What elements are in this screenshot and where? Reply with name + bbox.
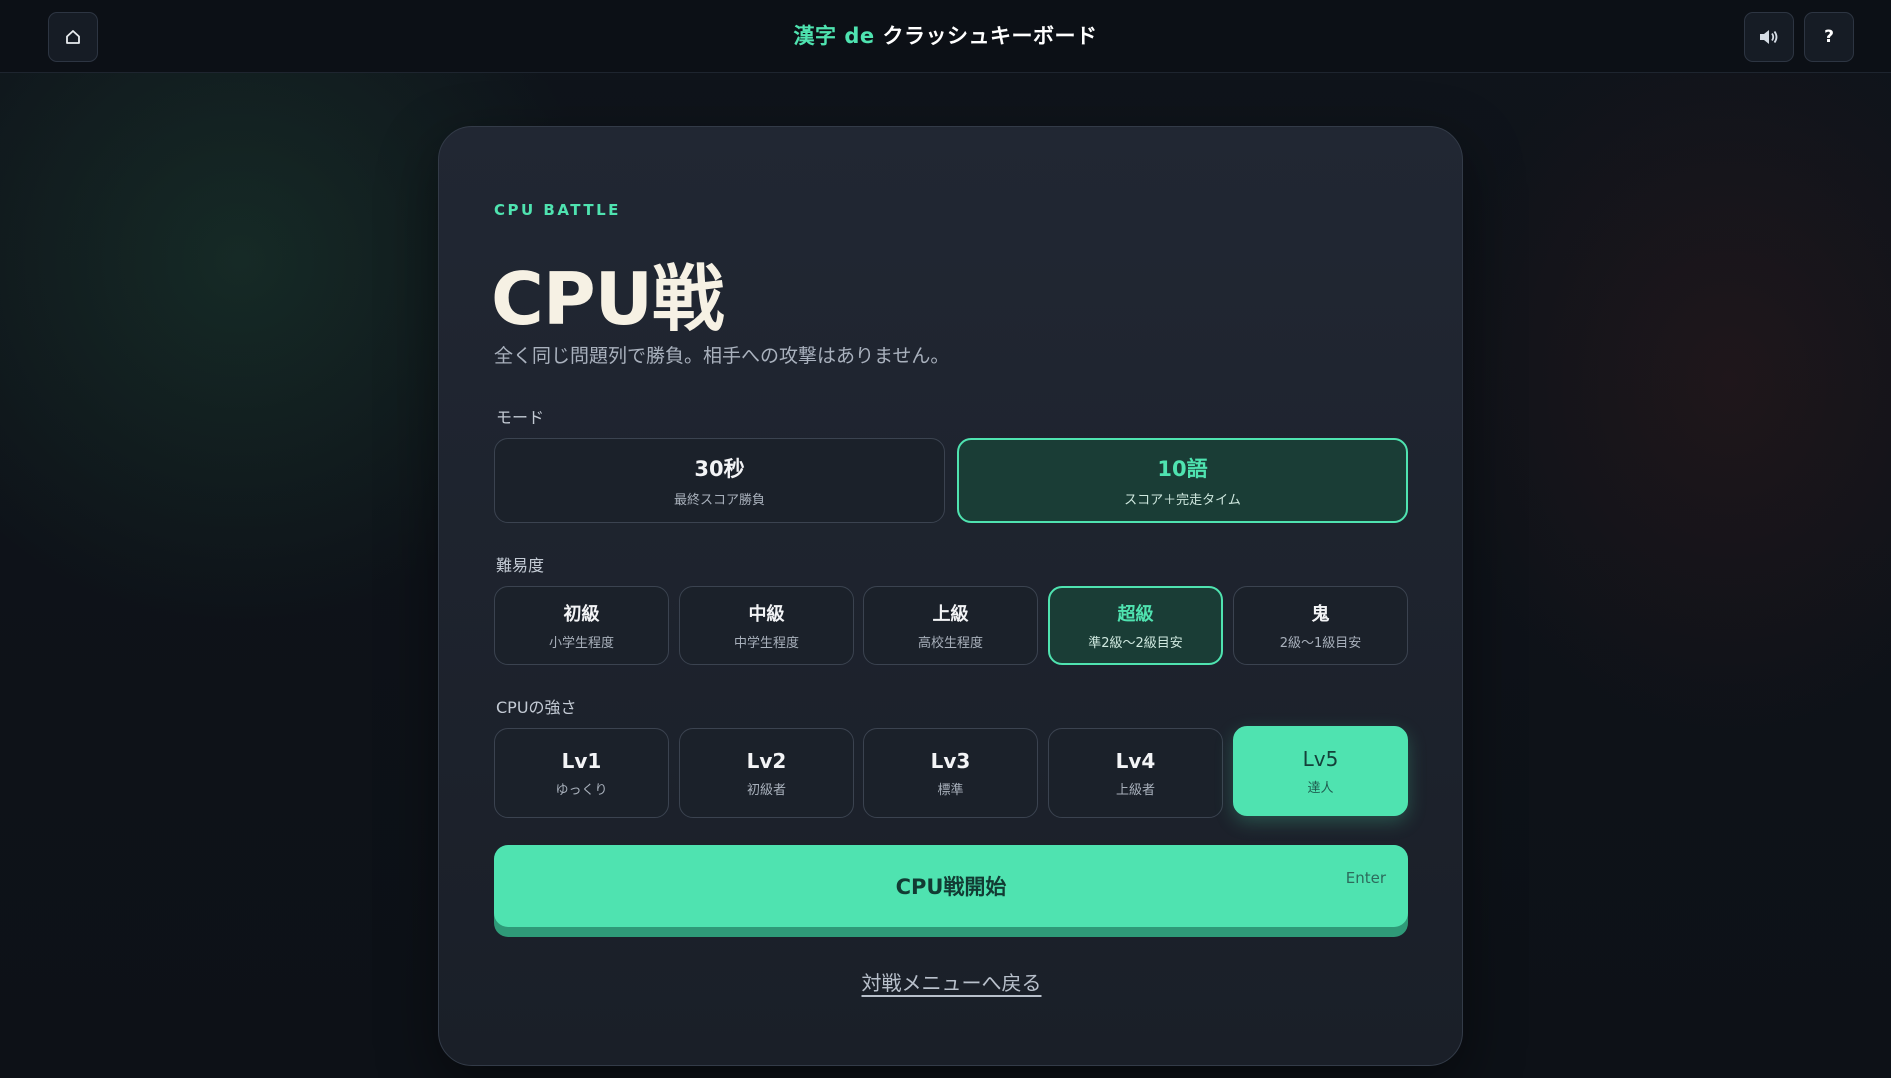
cpu-level-desc: 標準 <box>937 782 964 798</box>
difficulty-label: 難易度 <box>496 556 545 575</box>
mode-option-title: 10語 <box>1157 457 1208 481</box>
mode-label: モード <box>496 408 545 427</box>
cpu-level-desc: 初級者 <box>746 782 786 798</box>
back-link-container: 対戦メニューへ戻る <box>439 967 1464 996</box>
mode-option-title: 30秒 <box>694 457 745 481</box>
difficulty-option-title: 上級 <box>932 604 969 625</box>
page-subtitle: 全く同じ問題列で勝負。相手への攻撃はありません。 <box>494 345 950 367</box>
cpu-level-option-4[interactable]: Lv4 上級者 <box>1048 728 1223 818</box>
difficulty-option-desc: 高校生程度 <box>917 636 983 651</box>
difficulty-option-title: 超級 <box>1117 604 1154 625</box>
difficulty-option-title: 中級 <box>748 604 785 625</box>
enter-shortcut-hint: Enter <box>1345 869 1386 887</box>
difficulty-option-expert[interactable]: 超級 準2級〜2級目安 <box>1048 586 1223 665</box>
page-title: CPU戦 <box>491 257 724 341</box>
start-button-label: CPU戦開始 <box>895 875 1007 899</box>
app-title-accent: 漢字 de <box>793 24 875 48</box>
cpu-level-title: Lv2 <box>746 748 787 773</box>
cpu-level-option-3[interactable]: Lv3 標準 <box>863 728 1038 818</box>
difficulty-option-title: 初級 <box>563 604 600 625</box>
cpu-battle-card: CPU BATTLE CPU戦 全く同じ問題列で勝負。相手への攻撃はありません。… <box>438 126 1463 1066</box>
back-to-battle-menu-link[interactable]: 対戦メニューへ戻る <box>862 971 1042 995</box>
cpu-level-title: Lv3 <box>930 748 971 773</box>
cpu-strength-label: CPUの強さ <box>496 698 577 717</box>
speaker-icon <box>1760 30 1778 44</box>
help-icon: ? <box>1824 27 1834 47</box>
cpu-level-desc: 達人 <box>1307 780 1334 796</box>
difficulty-option-oni[interactable]: 鬼 2級〜1級目安 <box>1233 586 1408 665</box>
cpu-level-option-5[interactable]: Lv5 達人 <box>1233 726 1408 816</box>
difficulty-option-desc: 中学生程度 <box>733 636 799 651</box>
app-title: 漢字 de クラッシュキーボード <box>0 20 1891 50</box>
app-title-main: クラッシュキーボード <box>882 24 1098 48</box>
difficulty-option-beginner[interactable]: 初級 小学生程度 <box>494 586 669 665</box>
cpu-level-option-1[interactable]: Lv1 ゆっくり <box>494 728 669 818</box>
top-bar: 漢字 de クラッシュキーボード ? <box>0 0 1891 73</box>
difficulty-option-desc: 小学生程度 <box>548 636 614 651</box>
mode-option-desc: スコア＋完走タイム <box>1124 493 1241 508</box>
cpu-level-title: Lv5 <box>1302 746 1339 771</box>
help-button[interactable]: ? <box>1804 12 1854 62</box>
cpu-level-desc: 上級者 <box>1115 782 1155 798</box>
cpu-level-option-2[interactable]: Lv2 初級者 <box>679 728 854 818</box>
difficulty-option-title: 鬼 <box>1311 604 1330 625</box>
sound-button[interactable] <box>1744 12 1794 62</box>
difficulty-option-desc: 準2級〜2級目安 <box>1088 636 1183 651</box>
difficulty-option-intermediate[interactable]: 中級 中学生程度 <box>679 586 854 665</box>
difficulty-option-advanced[interactable]: 上級 高校生程度 <box>863 586 1038 665</box>
mode-option-10words[interactable]: 10語 スコア＋完走タイム <box>957 438 1408 523</box>
eyebrow-label: CPU BATTLE <box>494 201 621 219</box>
cpu-level-title: Lv1 <box>561 748 602 773</box>
mode-option-30s[interactable]: 30秒 最終スコア勝負 <box>494 438 945 523</box>
difficulty-option-desc: 2級〜1級目安 <box>1279 636 1362 651</box>
mode-option-desc: 最終スコア勝負 <box>673 493 765 508</box>
cpu-level-title: Lv4 <box>1115 748 1156 773</box>
start-cpu-battle-button[interactable]: CPU戦開始 Enter <box>494 845 1408 927</box>
cpu-level-desc: ゆっくり <box>555 782 608 798</box>
